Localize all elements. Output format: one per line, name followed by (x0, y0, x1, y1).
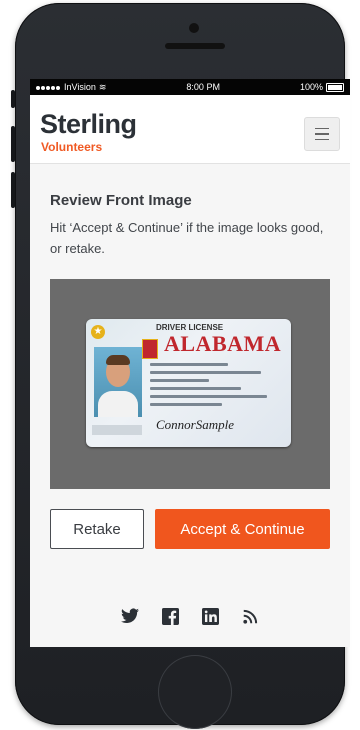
linkedin-icon[interactable] (201, 607, 219, 625)
license-footer (92, 425, 142, 435)
main-content: Review Front Image Hit ‘Accept & Continu… (30, 192, 350, 549)
volume-down-button (11, 172, 15, 208)
license-photo (94, 347, 142, 417)
retake-button[interactable]: Retake (50, 509, 144, 549)
twitter-icon[interactable] (121, 607, 139, 625)
license-signature: ConnorSample (156, 417, 234, 432)
speaker (165, 43, 225, 49)
license-state: ALABAMA (164, 331, 282, 356)
menu-button[interactable] (304, 117, 340, 151)
brand-sub-logo: Volunteers (41, 140, 103, 154)
page-description: Hit ‘Accept & Continue’ if the image loo… (50, 220, 324, 256)
page-title: Review Front Image (50, 192, 192, 209)
hamburger-icon (315, 127, 329, 130)
carrier-name: InVision (64, 82, 96, 92)
volume-up-button (11, 126, 15, 162)
screen: InVision ≋ 8:00 PM 100% Sterling Volunte… (30, 79, 350, 647)
social-links (30, 607, 350, 625)
driver-license-image: ★ DRIVER LICENSE ALABAMA ConnorSample (86, 319, 291, 447)
star-icon: ★ (91, 325, 105, 339)
brand-logo[interactable]: Sterling (40, 109, 137, 140)
captured-image-preview: ★ DRIVER LICENSE ALABAMA ConnorSample (50, 279, 330, 489)
license-details (150, 363, 280, 411)
state-seal-icon (142, 339, 158, 359)
wifi-icon: ≋ (98, 81, 107, 92)
status-time: 8:00 PM (186, 82, 220, 92)
mute-switch (11, 90, 15, 108)
camera (189, 23, 199, 33)
accept-continue-button[interactable]: Accept & Continue (155, 509, 330, 549)
signal-icon (36, 82, 61, 92)
status-bar: InVision ≋ 8:00 PM 100% (30, 79, 350, 95)
rss-icon[interactable] (241, 607, 259, 625)
home-button[interactable] (158, 655, 232, 729)
action-buttons: Retake Accept & Continue (50, 509, 330, 549)
app-header: Sterling Volunteers (30, 95, 350, 164)
battery-icon (326, 82, 344, 92)
facebook-icon[interactable] (161, 607, 179, 625)
battery-percent: 100% (299, 82, 323, 92)
